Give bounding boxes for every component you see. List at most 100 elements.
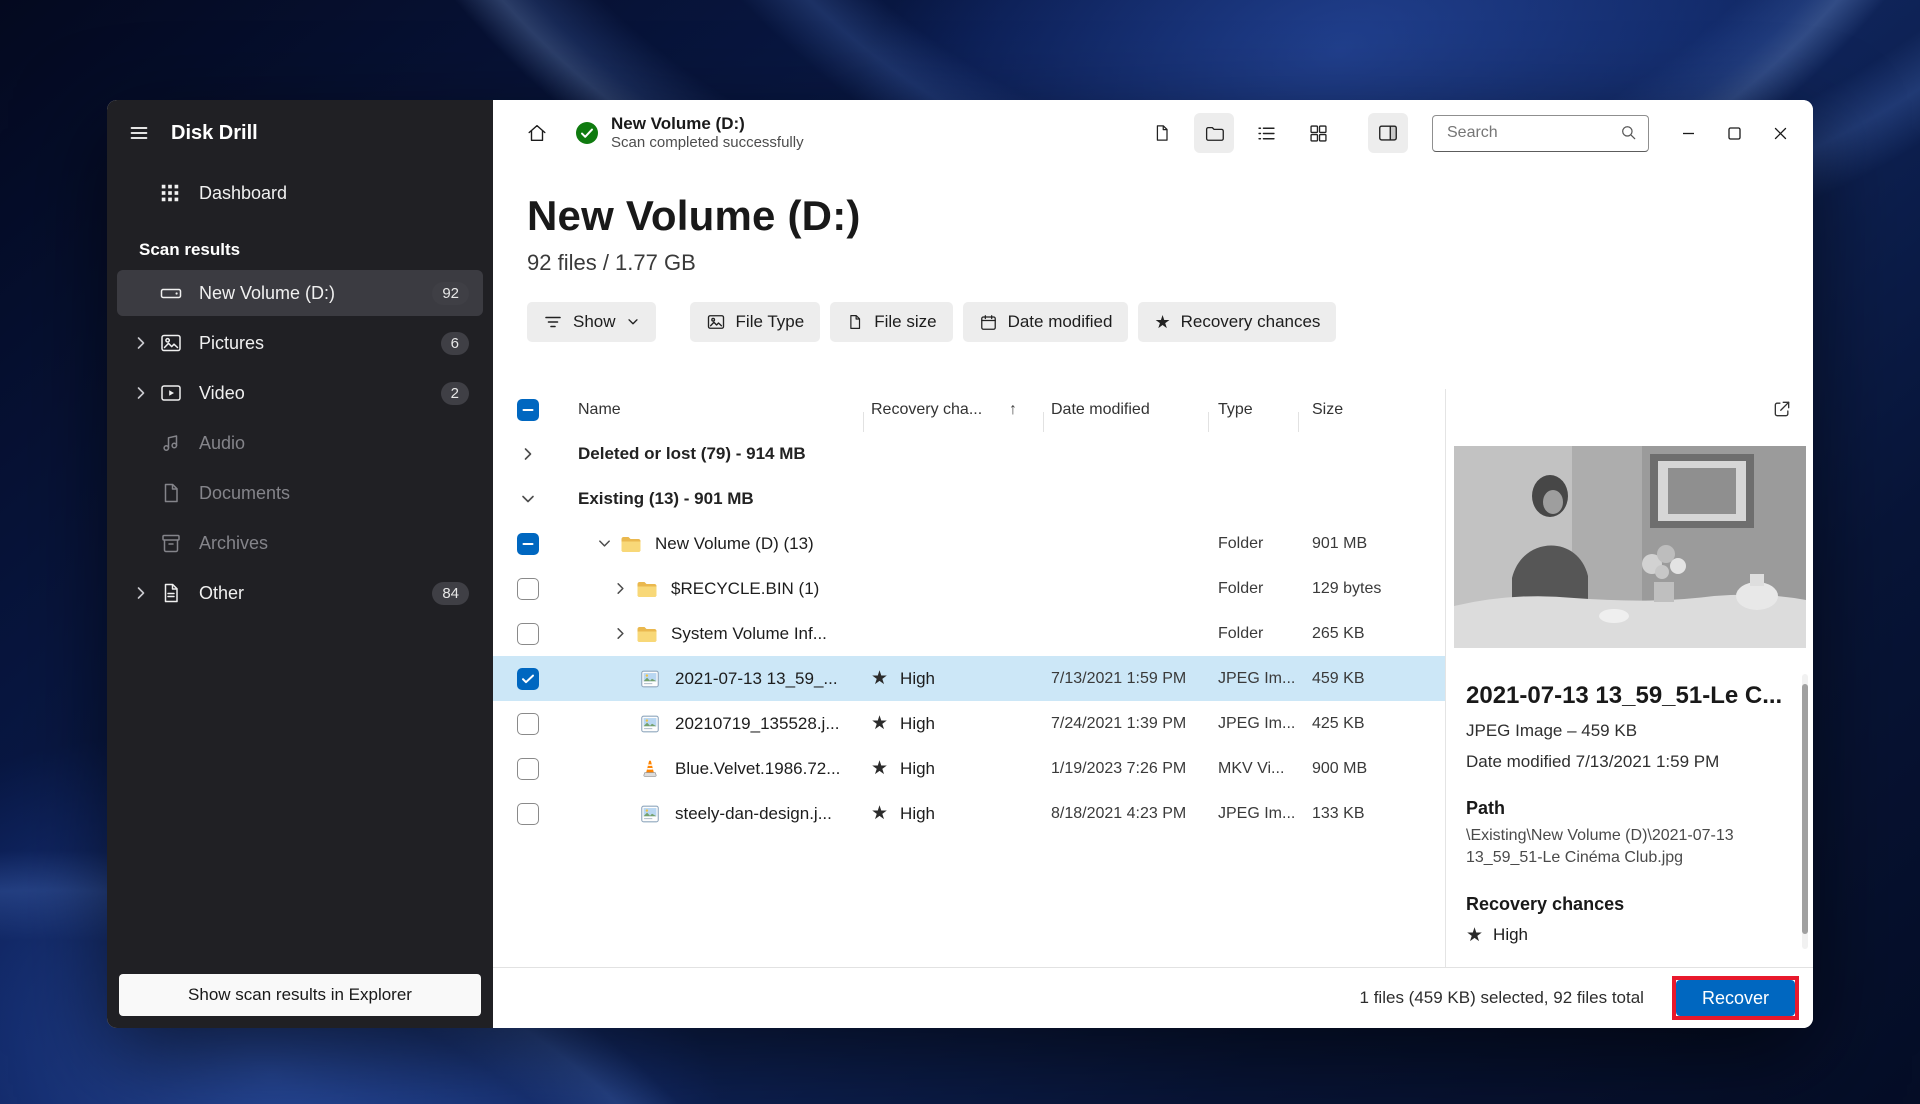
sidebar-item-documents[interactable]: Documents xyxy=(117,470,483,516)
table-row-folder-new-volume[interactable]: New Volume (D) (13) Folder 901 MB xyxy=(493,521,1445,566)
row-checkbox[interactable] xyxy=(517,622,539,645)
status-bar: 1 files (459 KB) selected, 92 files tota… xyxy=(493,967,1813,1028)
expand-chevron-icon[interactable] xyxy=(519,446,537,462)
search-input[interactable] xyxy=(1445,123,1620,143)
column-header-type[interactable]: Type xyxy=(1208,401,1298,432)
file-type-filter-button[interactable]: File Type xyxy=(689,302,821,342)
calendar-icon xyxy=(979,313,998,332)
page-summary: 92 files / 1.77 GB xyxy=(527,250,696,275)
preview-path-value: \Existing\New Volume (D)\2021-07-13 13_5… xyxy=(1466,827,1734,866)
page-title: New Volume (D:) xyxy=(527,192,861,239)
preview-scrollbar[interactable] xyxy=(1802,674,1808,949)
expand-chevron-icon[interactable] xyxy=(133,585,159,601)
sidebar-item-label: Pictures xyxy=(199,332,265,353)
preview-details: 2021-07-13 13_59_51-Le C... JPEG Image –… xyxy=(1446,648,1813,945)
row-checkbox[interactable] xyxy=(517,577,539,600)
sidebar-item-label: Documents xyxy=(199,482,291,503)
open-folder-button[interactable] xyxy=(1194,113,1234,153)
sidebar-header: Disk Drill xyxy=(119,110,483,156)
hamburger-menu-button[interactable] xyxy=(119,113,159,153)
scan-status: New Volume (D:) Scan completed successfu… xyxy=(575,113,804,153)
preview-scrollbar-thumb[interactable] xyxy=(1802,684,1808,934)
row-checkbox[interactable] xyxy=(517,667,539,690)
sidebar-item-archives[interactable]: Archives xyxy=(117,520,483,566)
recovery-chances-filter-button[interactable]: ★ Recovery chances xyxy=(1138,302,1337,342)
minimize-button[interactable] xyxy=(1665,113,1711,153)
search-box[interactable] xyxy=(1432,114,1649,152)
sidebar-item-dashboard[interactable]: Dashboard xyxy=(117,170,483,216)
show-filter-button[interactable]: Show xyxy=(527,302,656,342)
date-modified-filter-button[interactable]: Date modified xyxy=(962,302,1129,342)
table-row-mkv[interactable]: Blue.Velvet.1986.72... ★ High 1/19/2023 … xyxy=(493,746,1445,791)
annotation-highlight-box: Recover xyxy=(1671,976,1799,1020)
audio-note-icon xyxy=(159,431,185,455)
table-row-folder-system-volume[interactable]: System Volume Inf... Folder 265 KB xyxy=(493,611,1445,656)
preview-type-size: JPEG Image – 459 KB xyxy=(1466,721,1638,740)
document-icon xyxy=(159,481,185,505)
expand-chevron-icon[interactable] xyxy=(133,385,159,401)
selection-status: 1 files (459 KB) selected, 92 files tota… xyxy=(1359,988,1644,1007)
row-checkbox[interactable] xyxy=(517,802,539,825)
results-area: Name Recovery cha... ↑ Date modified Typ… xyxy=(493,389,1813,967)
new-file-button[interactable] xyxy=(1142,113,1182,153)
preview-panel-toggle-button[interactable] xyxy=(1368,113,1408,153)
table-row-jpeg[interactable]: steely-dan-design.j... ★ High 8/18/2021 … xyxy=(493,791,1445,836)
sort-ascending-icon[interactable]: ↑ xyxy=(1009,401,1017,419)
list-view-button[interactable] xyxy=(1246,113,1286,153)
pictures-icon xyxy=(159,331,185,355)
expand-chevron-icon[interactable] xyxy=(611,626,629,641)
recovery-star-icon: ★ xyxy=(1466,924,1484,946)
archive-box-icon xyxy=(159,531,185,555)
file-size-filter-button[interactable]: File size xyxy=(830,302,953,342)
column-header-size[interactable]: Size xyxy=(1298,401,1445,432)
table-row-jpeg[interactable]: 20210719_135528.j... ★ High 7/24/2021 1:… xyxy=(493,701,1445,746)
row-checkbox[interactable] xyxy=(517,757,539,780)
column-header-date[interactable]: Date modified xyxy=(1043,401,1208,432)
expand-chevron-icon[interactable] xyxy=(133,335,159,351)
badge-count: 6 xyxy=(440,331,469,355)
expand-chevron-icon[interactable] xyxy=(611,581,629,596)
collapse-chevron-icon[interactable] xyxy=(595,536,613,551)
close-button[interactable] xyxy=(1757,113,1803,153)
collapse-chevron-icon[interactable] xyxy=(519,491,537,507)
app-title: Disk Drill xyxy=(171,121,258,144)
maximize-button[interactable] xyxy=(1711,113,1757,153)
preview-recovery-label: Recovery chances xyxy=(1466,894,1625,915)
sidebar-item-label: Video xyxy=(199,382,245,403)
window-topbar: New Volume (D:) Scan completed successfu… xyxy=(493,100,1813,166)
recovery-star-icon: ★ xyxy=(871,713,889,734)
recover-button[interactable]: Recover xyxy=(1675,980,1795,1016)
select-all-checkbox[interactable] xyxy=(517,399,539,421)
group-label: Deleted or lost (79) - 914 MB xyxy=(578,443,806,463)
table-row-folder-recycle-bin[interactable]: $RECYCLE.BIN (1) Folder 129 bytes xyxy=(493,566,1445,611)
open-external-icon[interactable] xyxy=(1765,394,1799,424)
scan-complete-check-icon xyxy=(575,121,599,145)
column-header-recovery[interactable]: Recovery cha... ↑ xyxy=(863,401,1043,432)
file-name: steely-dan-design.j... xyxy=(675,803,832,823)
file-name: System Volume Inf... xyxy=(671,623,827,643)
file-name: 20210719_135528.j... xyxy=(675,713,840,733)
folder-icon xyxy=(619,532,645,556)
folder-icon xyxy=(635,577,661,601)
table-row-selected-jpeg[interactable]: 2021-07-13 13_59_... ★ High 7/13/2021 1:… xyxy=(493,656,1445,701)
sidebar-item-new-volume[interactable]: New Volume (D:) 92 xyxy=(117,270,483,316)
recovery-star-icon: ★ xyxy=(871,803,889,824)
row-checkbox[interactable] xyxy=(517,712,539,735)
file-name: Blue.Velvet.1986.72... xyxy=(675,758,841,778)
group-row-deleted-or-lost[interactable]: Deleted or lost (79) - 914 MB xyxy=(493,431,1445,476)
file-name: New Volume (D) (13) xyxy=(655,533,814,553)
group-row-existing[interactable]: Existing (13) - 901 MB xyxy=(493,476,1445,521)
recovery-star-icon: ★ xyxy=(871,758,889,779)
chevron-down-icon xyxy=(626,315,640,329)
home-button[interactable] xyxy=(517,113,557,153)
sidebar-item-other[interactable]: Other 84 xyxy=(117,570,483,616)
column-header-name[interactable]: Name xyxy=(563,401,863,419)
file-size-filter-label: File size xyxy=(874,312,937,331)
sidebar-item-audio[interactable]: Audio xyxy=(117,420,483,466)
sidebar-item-video[interactable]: Video 2 xyxy=(117,370,483,416)
file-type-filter-label: File Type xyxy=(735,312,805,331)
show-in-explorer-button[interactable]: Show scan results in Explorer xyxy=(119,974,481,1016)
sidebar-item-pictures[interactable]: Pictures 6 xyxy=(117,320,483,366)
row-checkbox[interactable] xyxy=(517,532,539,555)
grid-view-button[interactable] xyxy=(1298,113,1338,153)
